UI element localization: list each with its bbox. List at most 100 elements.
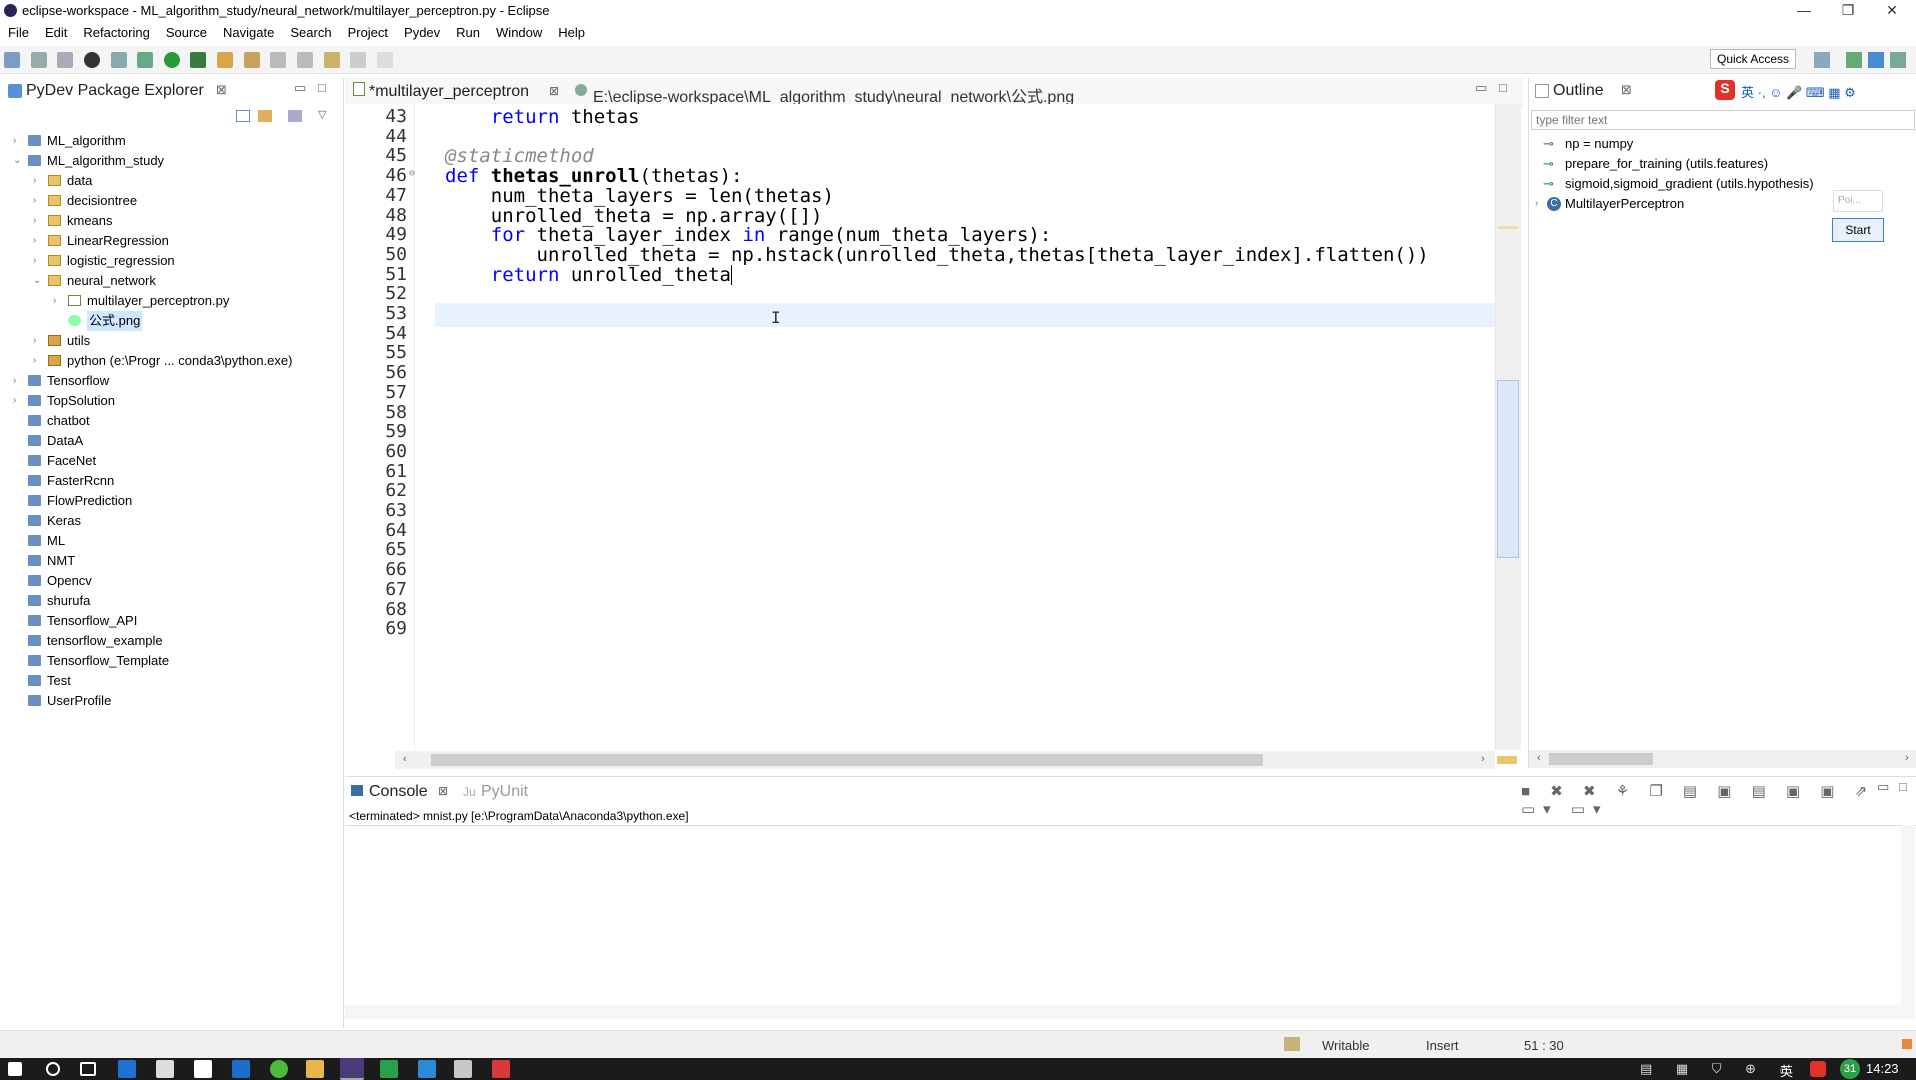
tree-item[interactable]: › decisiontree — [0, 191, 344, 211]
expand-icon[interactable]: › — [1535, 194, 1538, 214]
editor-vertical-scrollbar[interactable] — [1495, 104, 1521, 750]
open-perspective-icon[interactable] — [1814, 52, 1830, 68]
tree-item[interactable]: 公式.png — [0, 311, 344, 331]
menu-source[interactable]: Source — [158, 22, 215, 40]
mail-icon[interactable] — [194, 1060, 212, 1078]
expand-icon[interactable]: › — [33, 331, 45, 351]
package-explorer-title[interactable]: PyDev Package Explorer — [26, 82, 204, 100]
collapse-icon[interactable]: ⌄ — [13, 151, 25, 171]
next-annotation-icon[interactable] — [270, 52, 287, 68]
tree-item[interactable]: shurufa — [0, 591, 344, 611]
menu-navigate[interactable]: Navigate — [215, 22, 282, 40]
expand-icon[interactable]: › — [33, 191, 45, 211]
tab-multilayer-perceptron[interactable]: *multilayer_perceptron — [369, 83, 529, 101]
app-icon[interactable] — [454, 1060, 472, 1078]
maximize-editor-icon[interactable]: □ — [1499, 80, 1507, 95]
code-line[interactable]: unrolled_theta = np.array([]) — [445, 205, 823, 227]
tree-item[interactable]: › TopSolution — [0, 391, 344, 411]
focus-icon[interactable] — [288, 110, 302, 122]
tree-item[interactable]: UserProfile — [0, 691, 344, 711]
quick-access-input[interactable]: Quick Access — [1710, 49, 1797, 69]
menu-help[interactable]: Help — [550, 22, 593, 40]
code-line[interactable]: def thetas_unroll(thetas): — [445, 165, 742, 187]
code-line[interactable]: unrolled_theta = np.hstack(unrolled_thet… — [445, 244, 1429, 266]
tree-item[interactable]: DataA — [0, 431, 344, 451]
ie-icon[interactable] — [418, 1060, 436, 1078]
tree-item[interactable]: › python (e:\Progr ... conda3\python.exe) — [0, 351, 344, 371]
tree-item[interactable]: › ML_algorithm — [0, 131, 344, 151]
eclipse-taskbar-icon[interactable] — [340, 1058, 364, 1080]
open-folder-icon[interactable] — [217, 52, 233, 68]
expand-icon[interactable]: › — [13, 371, 25, 391]
console-horizontal-scrollbar[interactable] — [345, 1005, 1901, 1019]
menu-refactoring[interactable]: Refactoring — [75, 22, 157, 40]
prev-annotation-icon[interactable] — [296, 52, 313, 68]
editor-horizontal-scrollbar[interactable]: ‹ › — [395, 751, 1495, 769]
menu-project[interactable]: Project — [340, 22, 396, 40]
store-icon[interactable] — [156, 1060, 174, 1078]
save-all-icon[interactable] — [57, 52, 74, 68]
close-console-icon[interactable]: ⊠ — [438, 784, 448, 798]
tree-item[interactable]: Tensorflow_API — [0, 611, 344, 631]
menu-search[interactable]: Search — [282, 22, 339, 40]
forward-icon[interactable] — [376, 52, 393, 68]
open-type-icon[interactable] — [110, 52, 127, 68]
editor-scroll-thumb[interactable] — [1497, 380, 1519, 558]
scroll-right-icon[interactable]: › — [1905, 752, 1909, 764]
edge-icon[interactable] — [118, 1060, 136, 1078]
app2-icon[interactable] — [492, 1060, 510, 1078]
tree-item[interactable]: FasterRcnn — [0, 471, 344, 491]
minimize-console-icon[interactable]: ▭ — [1877, 779, 1889, 795]
tree-item[interactable]: ⌄ ML_algorithm_study — [0, 151, 344, 171]
maximize-console-icon[interactable]: □ — [1899, 779, 1907, 794]
badge-count[interactable]: 31 — [1840, 1059, 1860, 1079]
tree-item[interactable]: tensorflow_example — [0, 631, 344, 651]
last-edit-icon[interactable] — [323, 52, 340, 68]
expand-icon[interactable]: › — [13, 131, 25, 151]
tree-item[interactable]: Opencv — [0, 571, 344, 591]
save-icon[interactable] — [30, 52, 47, 68]
maximize-view-icon[interactable]: □ — [318, 80, 326, 95]
console-toolbar-icons[interactable]: ■ ✖ ✖ ⚘ ❐ ▤ ▣ ▤ ▣ ▣ ⇗ ▭▾ ▭▾ — [1521, 782, 1916, 818]
expand-icon[interactable]: › — [53, 291, 65, 311]
profile-icon[interactable] — [83, 52, 100, 68]
tree-item[interactable]: › data — [0, 171, 344, 191]
close-view-icon[interactable]: ⊠ — [216, 82, 227, 98]
vscode-icon[interactable] — [232, 1060, 250, 1078]
pydev-perspective-icon[interactable] — [1868, 52, 1884, 68]
ime-toolbar-icons[interactable]: 英 ·, ☺ 🎤 ⌨ ▦ ⚙ — [1741, 82, 1856, 101]
tree-item[interactable]: › utils — [0, 331, 344, 351]
outline-item[interactable]: ⊸ prepare_for_training (utils.features) — [1543, 154, 1913, 174]
tree-item[interactable]: ML — [0, 531, 344, 551]
minimize-icon[interactable]: — — [1782, 0, 1826, 22]
expand-icon[interactable]: › — [33, 351, 45, 371]
console-vertical-scrollbar[interactable] — [1901, 825, 1915, 1019]
java-perspective-icon[interactable] — [1846, 52, 1862, 68]
tray-icons[interactable]: ▤ ▦ ⛉ ⊕ ⌂ ♪ — [1640, 1061, 1828, 1077]
scroll-left-icon[interactable]: ‹ — [403, 753, 407, 765]
task-view-icon[interactable] — [80, 1062, 96, 1076]
debug-icon[interactable] — [137, 52, 154, 68]
expand-icon[interactable]: › — [13, 391, 25, 411]
expand-icon[interactable]: › — [33, 171, 45, 191]
tree-item[interactable]: › logistic_regression — [0, 251, 344, 271]
pycharm-icon[interactable] — [380, 1060, 398, 1078]
menu-run[interactable]: Run — [448, 22, 488, 40]
tree-item[interactable]: › LinearRegression — [0, 231, 344, 251]
pen-icon[interactable] — [243, 52, 260, 68]
expand-icon[interactable]: › — [33, 251, 45, 271]
code-line[interactable]: return thetas — [445, 106, 640, 128]
menu-pydev[interactable]: Pydev — [396, 22, 448, 40]
code-line[interactable]: for theta_layer_index in range(num_theta… — [445, 224, 1052, 246]
sogou-ime-icon[interactable]: S — [1715, 80, 1735, 100]
tree-item[interactable]: FaceNet — [0, 451, 344, 471]
outline-horizontal-scrollbar[interactable]: ‹ › — [1529, 750, 1916, 768]
close-icon[interactable]: ✕ — [1870, 0, 1914, 22]
outline-title[interactable]: Outline — [1553, 82, 1604, 100]
editor-hscroll-thumb[interactable] — [431, 754, 1263, 766]
menu-window[interactable]: Window — [488, 22, 550, 40]
file-explorer-icon[interactable] — [306, 1060, 324, 1078]
scroll-left-icon[interactable]: ‹ — [1537, 752, 1541, 764]
code-editor[interactable]: 43 return thetas 44 45 @staticmethod 46 def t… — [345, 104, 1495, 750]
tree-item[interactable]: FlowPrediction — [0, 491, 344, 511]
